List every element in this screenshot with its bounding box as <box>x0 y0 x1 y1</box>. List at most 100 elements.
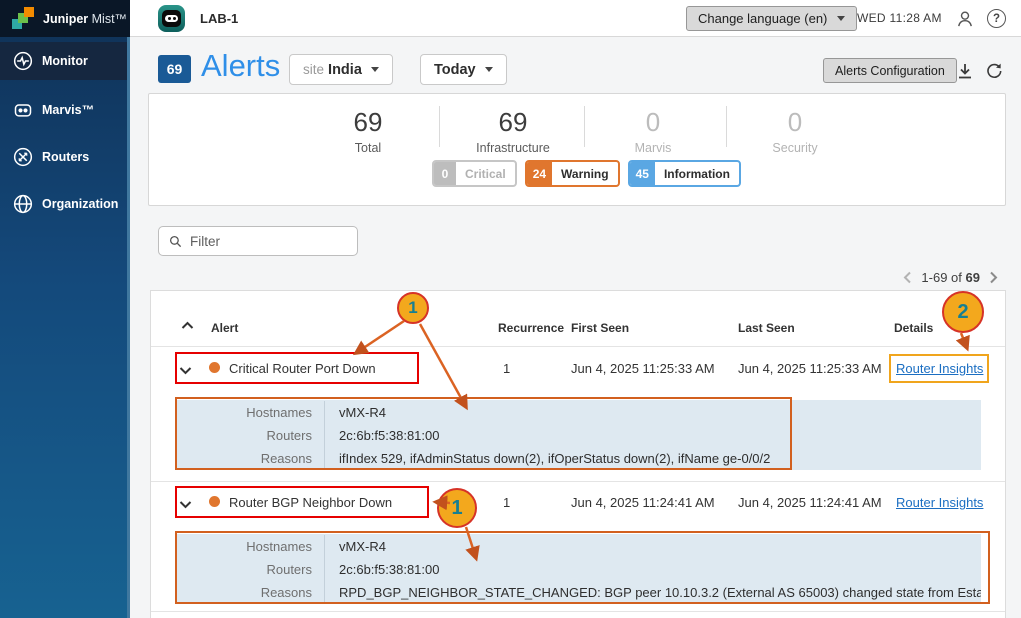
alert-first-seen: Jun 4, 2025 11:24:41 AM <box>571 495 715 510</box>
pagination: 1-69 of 69 <box>856 268 998 286</box>
alert-name: Router BGP Neighbor Down <box>229 495 392 510</box>
change-language-button[interactable]: Change language (en) <box>686 6 857 31</box>
sidebar-item-monitor[interactable]: Monitor <box>0 42 130 80</box>
detail-value: RPD_BGP_NEIGHBOR_STATE_CHANGED: BGP peer… <box>324 581 981 604</box>
alert-name: Critical Router Port Down <box>229 361 376 376</box>
logo-text: Juniper Mist™ <box>43 12 127 26</box>
filter-field[interactable] <box>158 226 358 256</box>
sidebar-item-routers[interactable]: Routers <box>0 138 130 176</box>
expand-row-icon[interactable] <box>177 363 193 377</box>
sidebar-item-label: Organization <box>42 197 118 211</box>
detail-value: vMX-R4 <box>324 535 981 558</box>
sidebar-item-marvis[interactable]: Marvis™ <box>0 91 130 129</box>
alerts-page: Juniper Mist™ Monitor Marvis™ <box>0 0 1021 618</box>
alert-first-seen: Jun 4, 2025 11:25:33 AM <box>571 361 715 376</box>
monitor-icon <box>12 51 33 72</box>
user-account-icon[interactable] <box>954 8 975 29</box>
critical-label: Critical <box>456 162 515 185</box>
divider <box>151 611 1005 612</box>
expand-row-icon[interactable] <box>177 497 193 511</box>
alerts-summary-card: 69 Total 69 Infrastructure 0 Marvis 0 Se… <box>148 93 1006 206</box>
severity-dot-icon <box>209 362 220 373</box>
detail-value: 2c:6b:f5:38:81:00 <box>324 424 981 447</box>
alert-recurrence: 1 <box>503 361 510 376</box>
sidebar-edge <box>127 37 130 618</box>
alerts-configuration-button[interactable]: Alerts Configuration <box>823 58 957 83</box>
divider <box>151 346 1005 347</box>
stat-security-value: 0 <box>730 107 860 138</box>
warning-label: Warning <box>552 162 618 185</box>
router-icon <box>12 147 33 168</box>
stat-infrastructure: 69 Infrastructure <box>448 107 578 155</box>
juniper-logo-icon <box>12 7 36 30</box>
stat-divider <box>584 106 585 147</box>
topbar: LAB-1 Change language (en) WED 11:28 AM … <box>130 0 1021 37</box>
detail-value: vMX-R4 <box>324 401 981 424</box>
filter-input[interactable] <box>190 234 340 249</box>
logo-text-juniper: Juniper <box>43 12 88 26</box>
warning-count: 24 <box>527 162 552 185</box>
caret-down-icon <box>837 16 845 21</box>
next-page-icon[interactable] <box>989 271 998 284</box>
time-range-selector[interactable]: Today <box>420 54 507 85</box>
stat-total: 69 Total <box>303 107 433 155</box>
detail-label: Reasons <box>176 585 324 600</box>
stat-total-label: Total <box>303 141 433 155</box>
help-icon[interactable]: ? <box>986 8 1007 29</box>
sidebar-item-organization[interactable]: Organization <box>0 185 130 223</box>
stat-marvis-value: 0 <box>588 107 718 138</box>
col-header-last-seen[interactable]: Last Seen <box>738 321 795 335</box>
router-insights-link[interactable]: Router Insights <box>896 361 983 376</box>
detail-row-hostnames: Hostnames vMX-R4 <box>176 535 981 558</box>
detail-row-reasons: Reasons ifIndex 529, ifAdminStatus down(… <box>176 447 981 470</box>
prev-page-icon[interactable] <box>903 271 912 284</box>
sidebar-item-label: Monitor <box>42 54 88 68</box>
detail-row-routers: Routers 2c:6b:f5:38:81:00 <box>176 424 981 447</box>
collapse-all-icon[interactable] <box>179 318 195 332</box>
information-count: 45 <box>630 162 655 185</box>
stat-total-value: 69 <box>303 107 433 138</box>
alerts-configuration-label: Alerts Configuration <box>835 64 945 78</box>
detail-value: 2c:6b:f5:38:81:00 <box>324 558 981 581</box>
caret-down-icon <box>371 67 379 72</box>
site-selector[interactable]: site India <box>289 54 393 85</box>
severity-filter-critical[interactable]: 0 Critical <box>432 160 517 187</box>
stat-marvis-label: Marvis <box>588 141 718 155</box>
detail-label: Reasons <box>176 451 324 466</box>
detail-value: ifIndex 529, ifAdminStatus down(2), ifOp… <box>324 447 981 470</box>
juniper-mist-logo[interactable]: Juniper Mist™ <box>0 0 130 37</box>
sidebar: Juniper Mist™ Monitor Marvis™ <box>0 0 130 618</box>
download-icon[interactable] <box>955 61 975 81</box>
severity-filter-information[interactable]: 45 Information <box>628 160 741 187</box>
detail-row-routers: Routers 2c:6b:f5:38:81:00 <box>176 558 981 581</box>
marvis-app-icon[interactable] <box>158 5 185 32</box>
detail-label: Routers <box>176 428 324 443</box>
logo-text-mist: Mist™ <box>92 12 127 26</box>
alert-recurrence: 1 <box>503 495 510 510</box>
stat-security: 0 Security <box>730 107 860 155</box>
col-header-alert[interactable]: Alert <box>211 321 238 335</box>
severity-filter-warning[interactable]: 24 Warning <box>525 160 620 187</box>
alert-last-seen: Jun 4, 2025 11:25:33 AM <box>738 361 882 376</box>
router-insights-link[interactable]: Router Insights <box>896 495 983 510</box>
sidebar-item-label: Routers <box>42 150 89 164</box>
pagination-range: 1-69 of 69 <box>921 270 980 285</box>
stat-divider <box>439 106 440 147</box>
org-name: LAB-1 <box>200 0 238 37</box>
divider <box>151 481 1005 482</box>
detail-row-reasons: Reasons RPD_BGP_NEIGHBOR_STATE_CHANGED: … <box>176 581 981 604</box>
refresh-icon[interactable] <box>984 61 1004 81</box>
detail-row-hostnames: Hostnames vMX-R4 <box>176 401 981 424</box>
col-header-recurrence[interactable]: Recurrence <box>498 321 564 335</box>
stat-security-label: Security <box>730 141 860 155</box>
alert-last-seen: Jun 4, 2025 11:24:41 AM <box>738 495 882 510</box>
col-header-details[interactable]: Details <box>894 321 933 335</box>
sidebar-item-label: Marvis™ <box>42 103 94 117</box>
stat-marvis: 0 Marvis <box>588 107 718 155</box>
search-icon <box>169 235 182 248</box>
col-header-first-seen[interactable]: First Seen <box>571 321 629 335</box>
site-prefix-label: site <box>303 62 324 77</box>
stat-infrastructure-value: 69 <box>448 107 578 138</box>
time-range-label: Today <box>434 62 476 78</box>
severity-dot-icon <box>209 496 220 507</box>
